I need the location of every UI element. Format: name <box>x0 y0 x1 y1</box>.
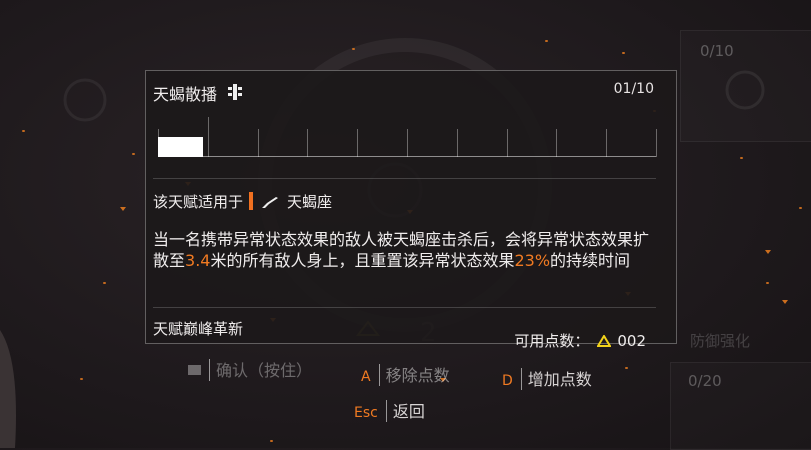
progress-tick <box>507 129 508 157</box>
talent-points-counter: 01/10 <box>613 81 654 97</box>
progress-tick <box>158 129 159 157</box>
talent-progress-bar <box>158 117 657 157</box>
ember <box>766 282 769 284</box>
ember <box>352 48 355 50</box>
progress-tick <box>307 129 308 157</box>
ember <box>132 153 135 155</box>
progress-tick <box>556 129 557 157</box>
talent-apex-label: 天赋巅峰革新 <box>153 320 244 338</box>
applies-label: 该天赋适用于 <box>153 193 244 211</box>
specialization-point-icon <box>596 333 613 347</box>
progress-tick <box>656 129 657 157</box>
talent-title: 天蝎散播 <box>153 85 218 104</box>
ember <box>80 378 83 380</box>
key-d-label: D <box>502 373 513 389</box>
pistol-weapon-icon <box>261 195 279 209</box>
points-label: 可用点数： <box>514 332 590 350</box>
available-points: 可用点数： 002 <box>514 330 646 351</box>
ember <box>799 207 802 209</box>
progress-tick <box>407 129 408 157</box>
talent-detail-panel: 天蝎散播 01/10 该天赋适用于 天蝎座 当一名携带异常状态效果的敌人被天蝎座击… <box>145 70 677 350</box>
keyboard-key-icon <box>188 361 201 380</box>
talent-description: 当一名携带异常状态效果的敌人被天蝎座击杀后，会将异常状态效果扩散至3.4米的所有… <box>153 230 650 270</box>
progress-tick <box>457 129 458 157</box>
add-point-hint[interactable]: D 增加点数 <box>502 366 592 390</box>
progress-fill <box>158 137 203 157</box>
progress-tick <box>606 129 607 157</box>
rarity-marker <box>249 192 254 210</box>
divider <box>153 307 656 308</box>
applies-weapon: 天蝎座 <box>287 193 333 211</box>
ember <box>625 367 628 369</box>
duration-percent: 23% <box>514 251 551 270</box>
range-value: 3.4 <box>185 251 211 270</box>
remove-point-hint[interactable]: A 移除点数 <box>361 362 450 386</box>
ember-triangle <box>120 207 126 211</box>
ember <box>622 52 625 54</box>
progress-tick <box>208 117 209 157</box>
ember <box>22 130 25 132</box>
ember-triangle <box>765 250 771 254</box>
back-hint[interactable]: Esc 返回 <box>354 398 425 422</box>
key-a-label: A <box>361 369 371 385</box>
confirm-hold-hint[interactable]: 确认（按住） <box>188 357 312 381</box>
ember <box>103 282 106 284</box>
ember <box>740 157 743 159</box>
progress-tick <box>357 129 358 157</box>
key-esc-label: Esc <box>354 405 378 421</box>
scorpion-perk-icon <box>226 83 244 101</box>
applies-to-row: 该天赋适用于 天蝎座 <box>153 191 332 212</box>
ember <box>270 440 273 442</box>
ember <box>545 40 548 42</box>
points-value: 002 <box>617 332 646 350</box>
ember-triangle <box>782 300 788 304</box>
divider <box>153 178 656 179</box>
progress-tick <box>258 129 259 157</box>
